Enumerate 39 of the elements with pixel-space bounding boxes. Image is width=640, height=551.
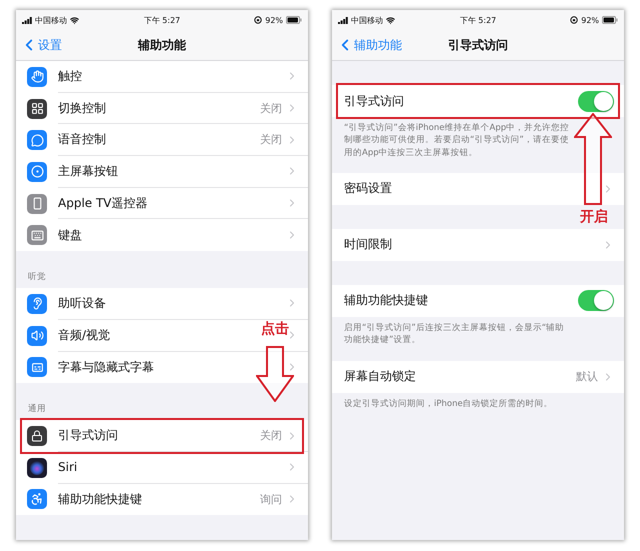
clock: 下午 5:27	[460, 14, 496, 26]
annotation-label: 开启	[580, 208, 608, 226]
row-label: 屏幕自动锁定	[344, 368, 416, 386]
row-value: 关闭	[260, 100, 282, 116]
row-label: Siri	[58, 460, 78, 474]
row-label: 助听设备	[58, 294, 106, 312]
row-label: 辅助功能快捷键	[344, 292, 428, 310]
back-button[interactable]: 辅助功能	[336, 36, 402, 54]
row-label: 密码设置	[344, 180, 392, 198]
row-value: 默认	[576, 369, 598, 384]
section-header: 听觉	[27, 271, 47, 284]
section-footer: 设定引导式访问期间，iPhone自动锁定所需的时间。	[332, 392, 570, 410]
clock: 下午 5:27	[144, 14, 180, 26]
row-label: Apple TV遥控器	[58, 194, 148, 212]
battery-percent: 92%	[265, 16, 284, 24]
row-label: 键盘	[58, 226, 82, 244]
row-label: 触控	[58, 68, 82, 85]
battery-percent: 92%	[581, 16, 600, 24]
row-label: 主屏幕按钮	[58, 162, 118, 180]
screen-title: 引导式访问	[448, 36, 508, 54]
row-label: 辅助功能快捷键	[58, 490, 142, 508]
row-value: 关闭	[260, 428, 282, 444]
row-label: 引导式访问	[58, 427, 118, 444]
annotation-label: 点击	[261, 320, 289, 338]
carrier-name: 中国移动	[351, 14, 383, 26]
section-footer: “引导式访问”会将iPhone维持在单个App中，并允许您控制哪些功能可供使用。若要启动“引导式访问”，请在要使用的App中连按三次主屏幕按钮。	[332, 117, 570, 159]
section-header: 通用	[27, 403, 47, 416]
section-footer: 启用“引导式访问”后连按三次主屏幕按钮，会显示“辅助功能快捷键”设置。	[332, 316, 570, 347]
row-label: 切换控制	[58, 100, 106, 117]
row-value: 询问	[260, 492, 282, 507]
row-label: 音频/视觉	[58, 326, 110, 344]
carrier-name: 中国移动	[35, 14, 67, 26]
row-label: 引导式访问	[344, 92, 404, 110]
screen-title: 辅助功能	[138, 36, 186, 54]
back-button[interactable]: 设置	[20, 36, 62, 54]
row-value: 关闭	[260, 132, 282, 148]
row-label: 语音控制	[58, 131, 106, 148]
row-label: 时间限制	[344, 236, 392, 254]
row-label: 字幕与隐藏式字幕	[58, 358, 154, 376]
